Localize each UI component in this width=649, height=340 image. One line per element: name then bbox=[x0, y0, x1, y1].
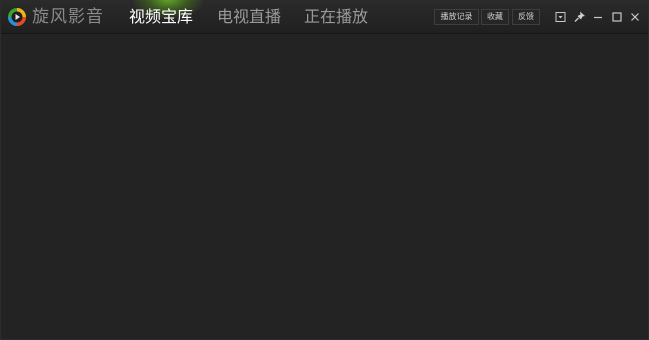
tab-tv-live[interactable]: 电视直播 bbox=[217, 5, 281, 29]
feedback-button[interactable]: 反馈 bbox=[512, 9, 540, 25]
app-title: 旋风影音 bbox=[32, 7, 104, 27]
qq-player-logo-icon bbox=[8, 8, 26, 26]
main-content-area bbox=[1, 34, 648, 339]
maximize-icon[interactable] bbox=[610, 10, 624, 24]
close-icon[interactable] bbox=[628, 10, 642, 24]
dropdown-menu-icon[interactable] bbox=[554, 10, 568, 24]
app-window: 旋风影音 视频宝库 电视直播 正在播放 播放记录 收藏 反馈 bbox=[0, 0, 649, 340]
minimize-icon[interactable] bbox=[591, 10, 605, 24]
favorites-button[interactable]: 收藏 bbox=[481, 9, 509, 25]
title-bar[interactable]: 旋风影音 视频宝库 电视直播 正在播放 播放记录 收藏 反馈 bbox=[1, 0, 648, 34]
history-button[interactable]: 播放记录 bbox=[434, 9, 479, 25]
tab-now-playing[interactable]: 正在播放 bbox=[304, 5, 368, 29]
pin-icon[interactable] bbox=[573, 10, 587, 24]
tab-video-library[interactable]: 视频宝库 bbox=[129, 5, 193, 29]
